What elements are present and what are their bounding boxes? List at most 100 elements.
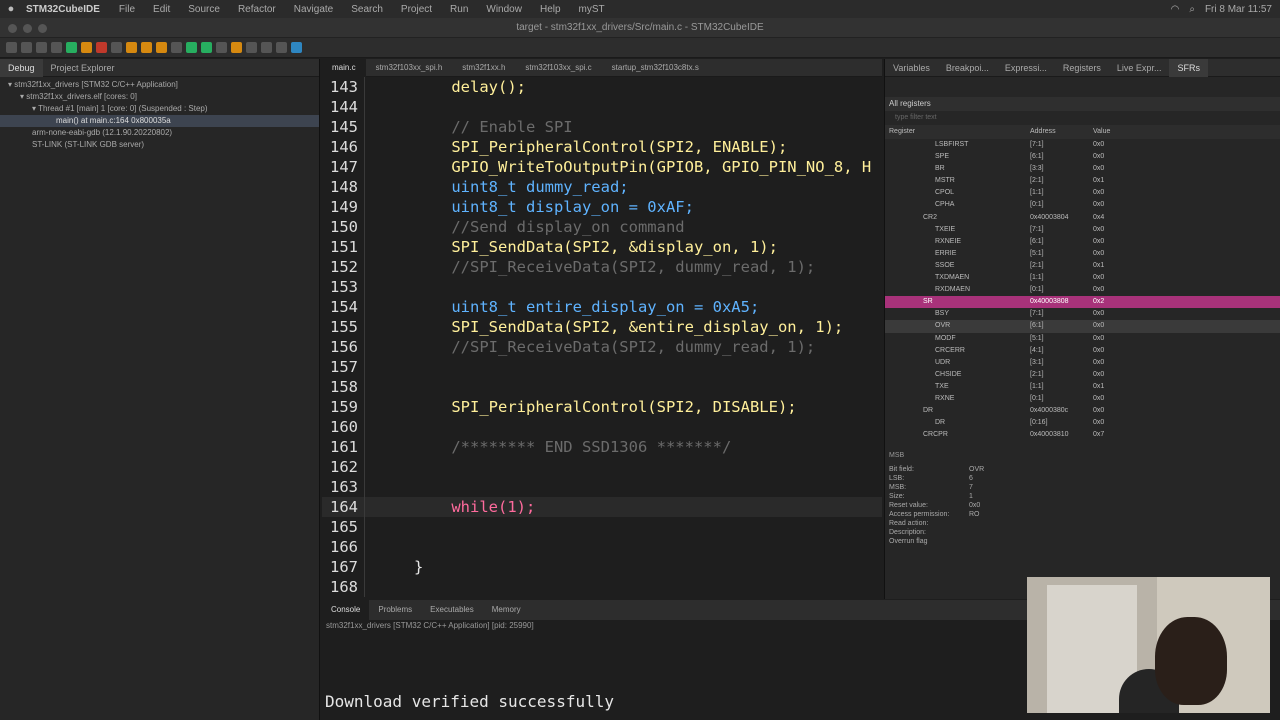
resume-icon[interactable] bbox=[66, 42, 77, 53]
tree-item-stack-frame[interactable]: main() at main.c:164 0x800035a bbox=[0, 115, 319, 127]
column-address[interactable]: Address bbox=[1030, 125, 1093, 139]
register-row[interactable]: SSOE [2:1] 0x1 bbox=[885, 260, 1280, 272]
register-row[interactable]: CPHA [0:1] 0x0 bbox=[885, 199, 1280, 211]
register-row[interactable]: BSY [7:1] 0x0 bbox=[885, 308, 1280, 320]
search-toolbar-icon[interactable] bbox=[246, 42, 257, 53]
tree-item-thread[interactable]: ▾ Thread #1 [main] 1 [core: 0] (Suspende… bbox=[0, 103, 319, 115]
tree-item-elf[interactable]: ▾ stm32f1xx_drivers.elf [cores: 0] bbox=[0, 91, 319, 103]
menu-project[interactable]: Project bbox=[401, 4, 432, 15]
tab-main-c[interactable]: main.c bbox=[322, 58, 366, 77]
code-line[interactable]: 148 uint8_t dummy_read; bbox=[322, 177, 882, 197]
tree-item-gdb[interactable]: arm-none-eabi-gdb (12.1.90.20220802) bbox=[0, 127, 319, 139]
register-row[interactable]: MSTR [2:1] 0x1 bbox=[885, 175, 1280, 187]
apple-icon[interactable]: ● bbox=[0, 3, 22, 15]
menu-navigate[interactable]: Navigate bbox=[294, 4, 333, 15]
wifi-icon[interactable]: ◠ bbox=[1171, 4, 1180, 15]
external-tools-icon[interactable] bbox=[216, 42, 227, 53]
save-icon[interactable] bbox=[21, 42, 32, 53]
line-number[interactable]: 152 bbox=[322, 257, 364, 277]
code-line[interactable]: 145 // Enable SPI bbox=[322, 117, 882, 137]
menu-source[interactable]: Source bbox=[188, 4, 220, 15]
zoom-window-button[interactable] bbox=[38, 24, 47, 33]
close-window-button[interactable] bbox=[8, 24, 17, 33]
line-number[interactable]: 158 bbox=[322, 377, 364, 397]
menu-edit[interactable]: Edit bbox=[153, 4, 170, 15]
suspend-icon[interactable] bbox=[81, 42, 92, 53]
code-line[interactable]: 163 bbox=[322, 477, 882, 497]
save-all-icon[interactable] bbox=[36, 42, 47, 53]
code-area[interactable]: 143 delay(); 144 145 // Enable SPI 146 SPI_… bbox=[322, 77, 882, 599]
code-line[interactable]: 166 bbox=[322, 537, 882, 557]
tab-spi-h[interactable]: stm32f103xx_spi.h bbox=[366, 59, 453, 77]
datetime[interactable]: Fri 8 Mar 11:57 bbox=[1205, 4, 1272, 15]
register-row[interactable]: UDR [3:1] 0x0 bbox=[885, 357, 1280, 369]
step-into-icon[interactable] bbox=[126, 42, 137, 53]
register-row[interactable]: SPE [6:1] 0x0 bbox=[885, 151, 1280, 163]
line-number[interactable]: 153 bbox=[322, 277, 364, 297]
line-number[interactable]: 146 bbox=[322, 137, 364, 157]
code-line[interactable]: 165 bbox=[322, 517, 882, 537]
line-number[interactable]: 150 bbox=[322, 217, 364, 237]
code-line[interactable]: 150 //Send display_on command bbox=[322, 217, 882, 237]
code-line[interactable]: 144 bbox=[322, 97, 882, 117]
register-row[interactable]: DR [0:16] 0x0 bbox=[885, 417, 1280, 429]
tab-console[interactable]: Console bbox=[322, 600, 370, 620]
register-row[interactable]: BR [3:3] 0x0 bbox=[885, 163, 1280, 175]
line-number[interactable]: 145 bbox=[322, 117, 364, 137]
line-number[interactable]: 167 bbox=[322, 557, 364, 577]
line-number[interactable]: 147 bbox=[322, 157, 364, 177]
register-row[interactable]: SR 0x40003808 0x2 bbox=[885, 296, 1280, 309]
new-icon[interactable] bbox=[6, 42, 17, 53]
register-row[interactable]: LSBFIRST [7:1] 0x0 bbox=[885, 139, 1280, 151]
tab-spi-c[interactable]: stm32f103xx_spi.c bbox=[515, 59, 601, 77]
tab-startup[interactable]: startup_stm32f103c8tx.s bbox=[602, 59, 709, 77]
tree-item-application[interactable]: ▾ stm32f1xx_drivers [STM32 C/C++ Applica… bbox=[0, 79, 319, 91]
register-filter-input[interactable]: type filter text bbox=[885, 111, 1280, 125]
register-row[interactable]: RXNEIE [6:1] 0x0 bbox=[885, 236, 1280, 248]
code-line[interactable]: 157 bbox=[322, 357, 882, 377]
line-number[interactable]: 156 bbox=[322, 337, 364, 357]
tree-item-stlink[interactable]: ST-LINK (ST-LINK GDB server) bbox=[0, 139, 319, 151]
line-number[interactable]: 157 bbox=[322, 357, 364, 377]
tab-live-expressions[interactable]: Live Expr... bbox=[1109, 59, 1170, 77]
restart-icon[interactable] bbox=[171, 42, 182, 53]
disconnect-icon[interactable] bbox=[111, 42, 122, 53]
code-line[interactable]: 154 uint8_t entire_display_on = 0xA5; bbox=[322, 297, 882, 317]
menu-window[interactable]: Window bbox=[486, 4, 522, 15]
register-row[interactable]: RXNE [0:1] 0x0 bbox=[885, 393, 1280, 405]
code-line[interactable]: 168 bbox=[322, 577, 882, 597]
line-number[interactable]: 160 bbox=[322, 417, 364, 437]
register-row[interactable]: DR 0x4000380c 0x0 bbox=[885, 405, 1280, 417]
code-line[interactable]: 147 GPIO_WriteToOutputPin(GPIOB, GPIO_PI… bbox=[322, 157, 882, 177]
column-register[interactable]: Register bbox=[885, 125, 1030, 139]
tab-debug[interactable]: Debug bbox=[0, 58, 43, 77]
line-number[interactable]: 144 bbox=[322, 97, 364, 117]
tab-memory[interactable]: Memory bbox=[483, 600, 530, 620]
step-return-icon[interactable] bbox=[156, 42, 167, 53]
register-row[interactable]: MODF [5:1] 0x0 bbox=[885, 333, 1280, 345]
info-icon[interactable] bbox=[291, 42, 302, 53]
tab-problems[interactable]: Problems bbox=[369, 600, 421, 620]
forward-icon[interactable] bbox=[276, 42, 287, 53]
register-row[interactable]: RXDMAEN [0:1] 0x0 bbox=[885, 284, 1280, 296]
register-row[interactable]: CRCPR 0x40003810 0x7 bbox=[885, 429, 1280, 441]
code-line[interactable]: 146 SPI_PeripheralControl(SPI2, ENABLE); bbox=[322, 137, 882, 157]
tab-stm32f1xx-h[interactable]: stm32f1xx.h bbox=[452, 59, 515, 77]
line-number[interactable]: 162 bbox=[322, 457, 364, 477]
code-line[interactable]: 156 //SPI_ReceiveData(SPI2, dummy_read, … bbox=[322, 337, 882, 357]
register-row[interactable]: TXDMAEN [1:1] 0x0 bbox=[885, 272, 1280, 284]
line-number[interactable]: 166 bbox=[322, 537, 364, 557]
line-number[interactable]: 161 bbox=[322, 437, 364, 457]
register-row[interactable]: CPOL [1:1] 0x0 bbox=[885, 187, 1280, 199]
tab-breakpoints[interactable]: Breakpoi... bbox=[938, 59, 997, 77]
line-number[interactable]: 163 bbox=[322, 477, 364, 497]
menu-myst[interactable]: myST bbox=[579, 4, 605, 15]
open-type-icon[interactable] bbox=[231, 42, 242, 53]
menu-refactor[interactable]: Refactor bbox=[238, 4, 276, 15]
register-row[interactable]: TXEIE [7:1] 0x0 bbox=[885, 224, 1280, 236]
search-icon[interactable]: ⌕ bbox=[1189, 4, 1195, 15]
step-over-icon[interactable] bbox=[141, 42, 152, 53]
line-number[interactable]: 159 bbox=[322, 397, 364, 417]
register-row[interactable]: ERRIE [5:1] 0x0 bbox=[885, 248, 1280, 260]
tab-project-explorer[interactable]: Project Explorer bbox=[43, 59, 123, 77]
